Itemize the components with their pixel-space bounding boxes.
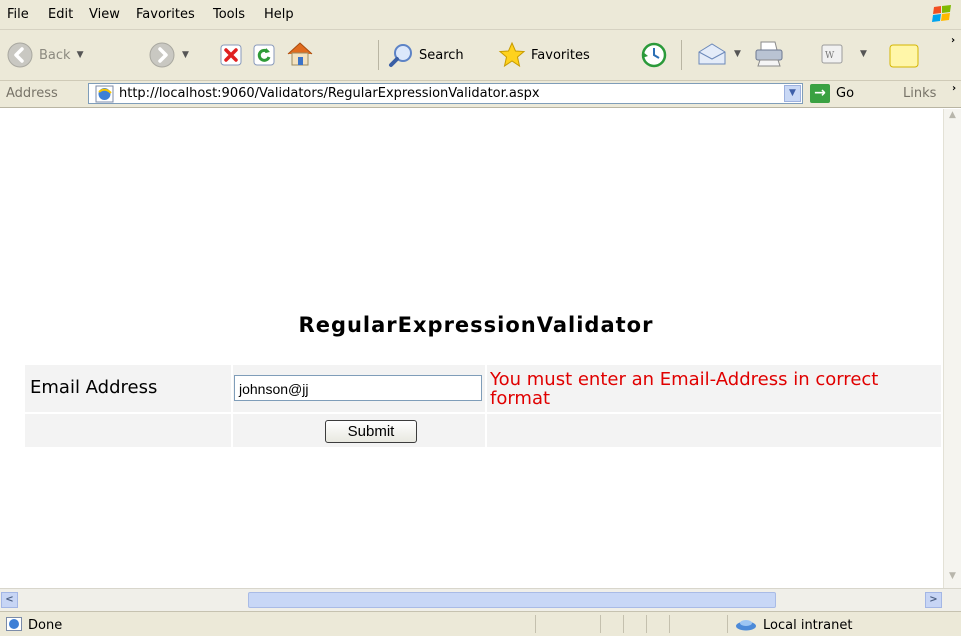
scroll-right-icon[interactable]: > (925, 592, 942, 608)
toolbar-overflow-icon[interactable]: › (951, 35, 955, 46)
scroll-down-icon[interactable]: ▼ (945, 571, 960, 586)
favorites-label: Favorites (531, 47, 590, 63)
menu-view[interactable]: View (89, 7, 120, 22)
print-icon[interactable] (753, 40, 785, 68)
history-icon[interactable] (641, 42, 667, 68)
refresh-icon[interactable] (253, 44, 275, 66)
back-arrow-icon (7, 42, 33, 68)
stop-icon[interactable] (220, 44, 242, 66)
back-label: Back (39, 47, 71, 63)
menu-edit[interactable]: Edit (48, 7, 73, 22)
email-label: Email Address (30, 377, 158, 398)
menu-file[interactable]: File (7, 7, 29, 22)
menu-bar: File Edit View Favorites Tools Help (0, 0, 961, 30)
page-content: RegularExpressionValidator Email Address… (9, 109, 943, 588)
mail-icon (698, 43, 726, 65)
chevron-down-icon: ▼ (76, 50, 84, 60)
back-button[interactable]: Back ▼ (6, 41, 83, 69)
menu-help[interactable]: Help (264, 7, 294, 22)
menu-favorites[interactable]: Favorites (136, 7, 195, 22)
forward-arrow-icon (149, 42, 175, 68)
scroll-left-icon[interactable]: < (1, 592, 18, 608)
local-intranet-icon (736, 620, 756, 631)
edit-button[interactable]: W ▼ (820, 43, 867, 65)
search-label: Search (419, 47, 464, 63)
svg-text:W: W (825, 51, 835, 61)
address-input[interactable]: http://localhost:9060/Validators/Regular… (88, 83, 803, 104)
address-bar: Address http://localhost:9060/Validators… (0, 81, 961, 108)
home-icon[interactable] (285, 40, 315, 68)
status-bar: Done Local intranet (0, 611, 961, 636)
status-text: Done (28, 618, 63, 633)
page-title: RegularExpressionValidator (298, 313, 654, 337)
submit-button[interactable]: Submit (325, 420, 417, 443)
star-icon (498, 41, 526, 68)
ie-page-icon (95, 85, 114, 103)
forward-button[interactable]: ▼ (148, 41, 189, 69)
go-label: Go (836, 86, 855, 101)
go-button[interactable]: → Go (810, 84, 854, 103)
word-document-icon: W (821, 44, 843, 64)
email-field[interactable]: johnson@jj (234, 375, 482, 401)
menu-tools[interactable]: Tools (213, 7, 245, 22)
scroll-up-icon[interactable]: ▲ (945, 110, 960, 125)
form-table: Email Address johnson@jj You must enter … (25, 365, 941, 447)
mail-button[interactable]: ▼ (696, 42, 741, 66)
links-overflow-icon[interactable]: › (952, 83, 956, 94)
toolbar: Back ▼ ▼ Search Favorites ▼ W ▼ › (0, 30, 961, 81)
chevron-down-icon: ▼ (734, 49, 741, 59)
favorites-button[interactable]: Favorites (498, 41, 590, 69)
page-done-icon (6, 617, 22, 631)
windows-logo-icon (932, 5, 951, 22)
address-dropdown-button[interactable]: ▼ (784, 85, 801, 102)
vertical-scrollbar[interactable]: ▲ ▼ (943, 109, 961, 588)
messenger-note-icon[interactable] (888, 43, 920, 69)
chevron-down-icon: ▼ (860, 49, 867, 59)
address-url: http://localhost:9060/Validators/Regular… (119, 86, 540, 101)
search-icon (389, 44, 412, 67)
go-arrow-icon: → (810, 84, 830, 103)
security-zone-text: Local intranet (763, 618, 853, 633)
validation-error-message: You must enter an Email-Address in corre… (490, 369, 879, 409)
links-button[interactable]: Links (903, 86, 936, 101)
address-label: Address (6, 86, 58, 101)
search-button[interactable]: Search (388, 42, 464, 68)
chevron-down-icon: ▼ (182, 50, 189, 60)
horizontal-scrollbar[interactable]: < > (0, 588, 961, 611)
horizontal-scroll-thumb[interactable] (248, 592, 776, 608)
